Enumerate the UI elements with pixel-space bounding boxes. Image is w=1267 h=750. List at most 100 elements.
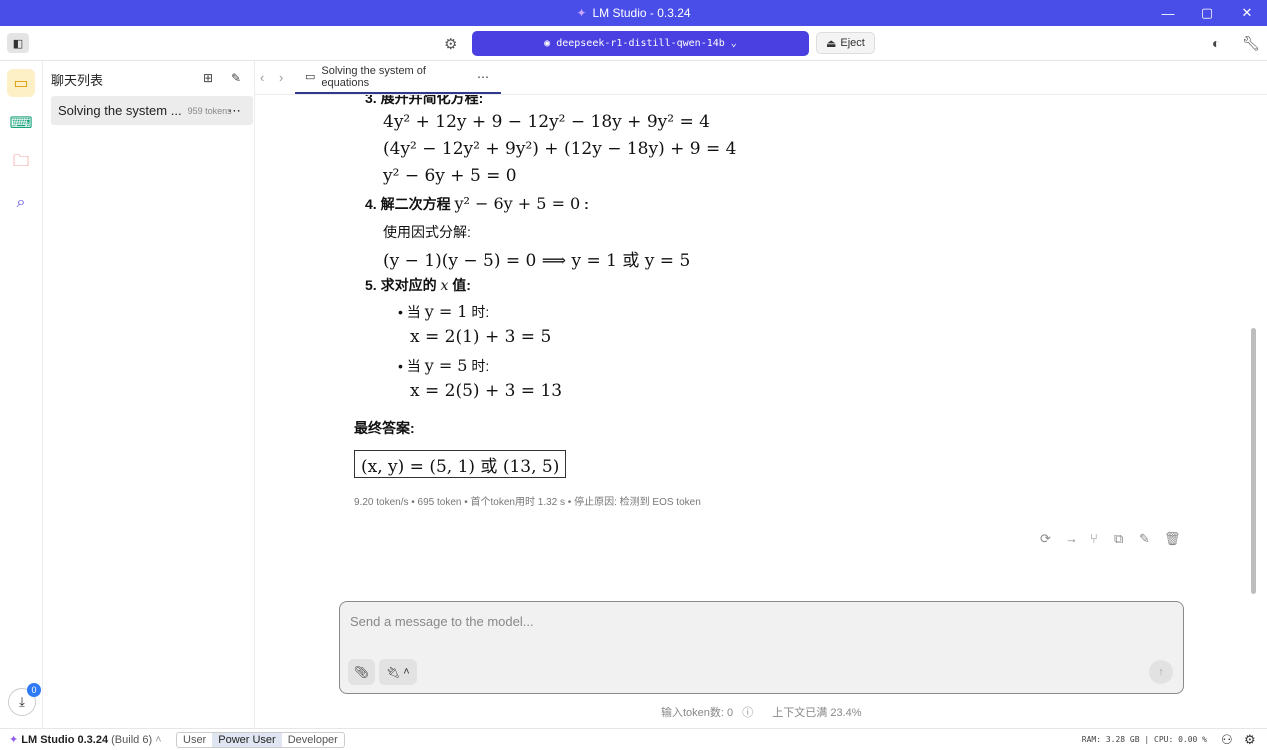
bullet1-post: 时: [471,304,490,320]
minimize-button[interactable]: — [1148,0,1188,26]
settings-gear-icon[interactable]: ⚙ [1244,732,1256,748]
bullet2-post: 时: [471,358,490,374]
step5-heading-tail: 值: [452,277,471,293]
continue-arrow-icon[interactable]: → [1065,531,1078,546]
bullet2-pre: 当 [406,358,421,374]
chevron-up-icon[interactable]: ˄ [155,734,161,746]
search-icon[interactable]: ⌕ [7,189,35,217]
final-answer: (x, y) = (5, 1) 或 (13, 5) [361,456,560,477]
eject-icon: ⏏ [826,37,837,50]
input-token-count: 输入token数: 0 [661,707,734,719]
bullet2-row: • 当 y = 5 时: [398,356,489,376]
bullet1-row: • 当 y = 1 时: [398,302,489,322]
mode-switcher: User Power User Developer [176,732,345,748]
chevron-up-icon: ˄ [403,666,410,678]
generation-stats: 9.20 token/s • 695 token • 首个token用时 1.3… [354,497,701,508]
chevron-down-icon: ⌄ [730,38,737,49]
step3-line1: 4y² + 12y + 9 − 12y² − 18y + 9y² = 4 [383,112,710,132]
eject-label: Eject [840,37,865,49]
edit-icon[interactable]: ✎ [1139,531,1150,547]
bullet1-line: x = 2(1) + 3 = 5 [410,327,552,347]
step4-colon: : [584,196,589,212]
branch-icon[interactable]: ⑂ [1090,531,1098,546]
copy-icon[interactable]: ⧉ [1114,531,1123,547]
send-arrow-icon[interactable]: ↑ [1149,660,1173,684]
new-chat-icon[interactable]: ✎ [227,69,245,87]
forward-arrow-icon[interactable]: › [279,70,283,85]
chat-list-panel: 聊天列表 ⊞ ✎ Solving the system ... 959 toke… [43,61,255,728]
lm-studio-logo-icon: ✦ [576,6,587,20]
wrench-icon[interactable]: 🔧︎ [1242,35,1260,52]
regenerate-icon[interactable]: ⟳ [1040,531,1051,547]
mode-power-user[interactable]: Power User [212,733,282,747]
attachment-icon[interactable]: 📎︎ [348,659,375,685]
back-arrow-icon[interactable]: ‹ [260,70,264,85]
step5-heading-row: 5. 求对应的 x 值: [365,275,471,295]
chat-list-item[interactable]: Solving the system ... 959 tokens ⋯ [51,96,253,125]
bullet2-line: x = 2(5) + 3 = 13 [410,381,563,401]
bullet-dot: • [398,358,407,374]
step3-heading: 3. 展开并简化方程: [365,95,484,106]
tab-title: Solving the system of equations [321,64,426,89]
help-circle-icon[interactable]: ⓘ [742,707,753,719]
maximize-button[interactable]: ▢ [1187,0,1227,26]
chat-item-more-icon[interactable]: ⋯ [228,103,241,119]
left-navigation-rail: ▭ ⌨ 🗀 ⌕ ⤓ 0 [0,61,43,728]
model-name: deepseek-r1-distill-qwen-14b [556,38,725,49]
final-answer-box: (x, y) = (5, 1) 或 (13, 5) [354,450,567,478]
step3-line3: y² − 6y + 5 = 0 [383,166,517,186]
mode-developer[interactable]: Developer [282,733,344,747]
new-folder-icon[interactable]: ⊞ [199,69,217,87]
bullet1-math: y = 1 [424,302,468,321]
final-answer-heading: 最终答案: [354,420,415,436]
downloads-icon[interactable]: ⤓ 0 [8,683,41,716]
chat-item-tokens: 959 tokens [187,105,232,116]
status-bar: ✦ LM Studio 0.3.24 (Build 6) ˄ User Powe… [0,728,1267,750]
tab-strip: ‹ › ▭ Solving the system of equations ⋯ [255,61,1267,95]
chat-message-area: 3. 展开并简化方程: 4y² + 12y + 9 − 12y² − 18y +… [255,95,1255,600]
step4-math: y² − 6y + 5 = 0 [454,194,581,213]
step5-var: x [440,278,449,294]
tab-current-chat[interactable]: ▭ Solving the system of equations ⋯ [295,61,501,94]
window-titlebar: ✦ LM Studio - 0.3.24 — ▢ ✕ [0,0,1267,26]
scrollbar-thumb[interactable] [1251,328,1256,594]
delete-icon[interactable]: 🗑︎ [1164,531,1181,547]
top-toolbar: ◧ ⚙ ◉ deepseek-r1-distill-qwen-14b ⌄ ⏏ E… [0,26,1267,61]
chat-bubble-icon: ▭ [305,71,316,83]
step4-heading-row: 4. 解二次方程 y² − 6y + 5 = 0 : [365,194,589,214]
step3-line2: (4y² − 12y² + 9y²) + (12y − 18y) + 9 = 4 [383,139,737,159]
app-version: ✦ LM Studio 0.3.24 (Build 6) ˄ [9,733,162,746]
chat-list-title: 聊天列表 [51,73,104,88]
chat-icon[interactable]: ▭ [7,69,35,97]
message-input-box[interactable]: Send a message to the model... 📎︎ 🔌︎ ˄ ↑ [339,601,1184,694]
eject-button[interactable]: ⏏ Eject [816,32,875,54]
folder-icon[interactable]: 🗀 [7,149,35,177]
terminal-icon[interactable]: ⌨ [7,109,35,137]
lm-studio-logo-icon: ✦ [9,734,19,746]
context-usage: 上下文已满 23.4% [772,707,862,719]
chat-item-title: Solving the system ... [58,103,182,118]
step5-heading: 5. 求对应的 [365,277,437,293]
step4-line: (y − 1)(y − 5) = 0 ⟹ y = 1 或 y = 5 [383,251,691,271]
bullet1-pre: 当 [406,304,421,320]
step4-heading: 4. 解二次方程 [365,196,451,212]
model-icon: ◉ [544,38,551,49]
palette-icon[interactable]: ◐ [1212,35,1220,51]
build-number: (Build 6) [111,734,153,746]
bullet2-math: y = 5 [424,356,468,375]
integrations-plug-icon[interactable]: 🔌︎ ˄ [379,659,417,685]
mode-user[interactable]: User [177,733,212,747]
user-icon[interactable]: ⚇ [1221,732,1233,748]
input-info: 输入token数: 0 ⓘ 上下文已满 23.4% [661,704,862,720]
window-title: LM Studio - 0.3.24 [592,6,691,20]
step4-text: 使用因式分解: [383,224,471,240]
tab-more-icon[interactable]: ⋯ [477,70,489,84]
sidebar-toggle-icon[interactable]: ◧ [7,33,29,53]
message-input-placeholder[interactable]: Send a message to the model... [350,614,534,629]
close-button[interactable]: ✕ [1227,0,1267,26]
downloads-count-badge: 0 [27,683,41,697]
resource-usage: RAM: 3.28 GB | CPU: 0.00 % [1081,735,1207,744]
settings-gear-icon[interactable]: ⚙ [444,35,457,53]
model-selector[interactable]: ◉ deepseek-r1-distill-qwen-14b ⌄ [472,31,809,56]
app-name: LM Studio 0.3.24 [21,734,109,746]
